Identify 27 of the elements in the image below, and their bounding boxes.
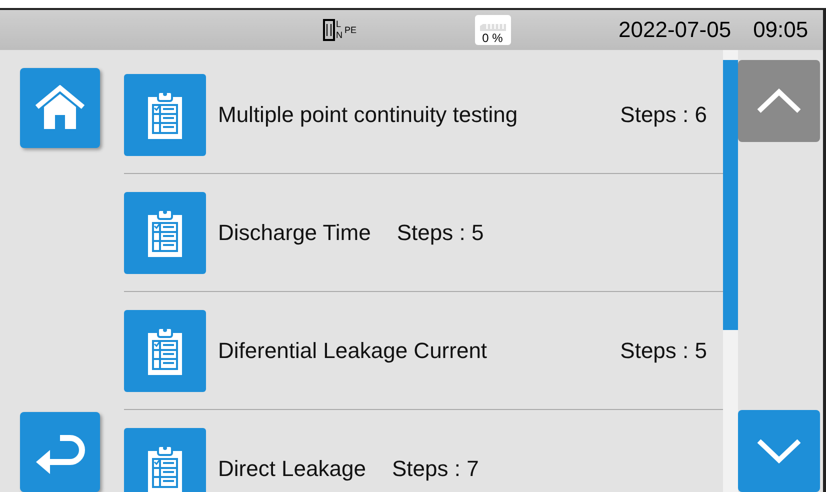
home-button[interactable] bbox=[20, 68, 100, 148]
home-icon bbox=[34, 85, 86, 131]
time: 09:05 bbox=[753, 17, 808, 43]
connection-label: PE bbox=[344, 25, 357, 35]
sequence-name[interactable]: Diferential Leakage Current bbox=[218, 338, 488, 364]
step-count: Steps : 7 bbox=[392, 456, 479, 482]
step-count: Steps : 5 bbox=[396, 220, 484, 246]
sequence-name[interactable]: Discharge Time bbox=[218, 220, 371, 246]
scrollbar-thumb[interactable] bbox=[723, 60, 738, 330]
chevron-down-icon bbox=[756, 438, 802, 464]
back-button[interactable] bbox=[20, 412, 100, 492]
sequence-tile[interactable] bbox=[124, 310, 206, 392]
sequence-name[interactable]: Multiple point continuity testing bbox=[218, 102, 518, 128]
sequence-tile[interactable] bbox=[124, 74, 206, 156]
sequence-tile[interactable] bbox=[124, 192, 206, 274]
chevron-up-icon bbox=[756, 88, 802, 114]
plug-icon bbox=[323, 19, 335, 41]
memory-card-icon bbox=[480, 24, 506, 31]
connection-label: N bbox=[336, 30, 342, 41]
step-count: Steps : 6 bbox=[620, 102, 707, 128]
connection-label: L bbox=[336, 19, 342, 30]
sequence-name[interactable]: Direct Leakage bbox=[218, 456, 366, 482]
sequence-tile[interactable] bbox=[124, 428, 206, 492]
storage-reading: 0 % bbox=[482, 31, 503, 45]
step-count: Steps : 5 bbox=[620, 338, 707, 364]
scroll-down-button[interactable] bbox=[738, 410, 820, 492]
date: 2022-07-05 bbox=[618, 17, 732, 43]
